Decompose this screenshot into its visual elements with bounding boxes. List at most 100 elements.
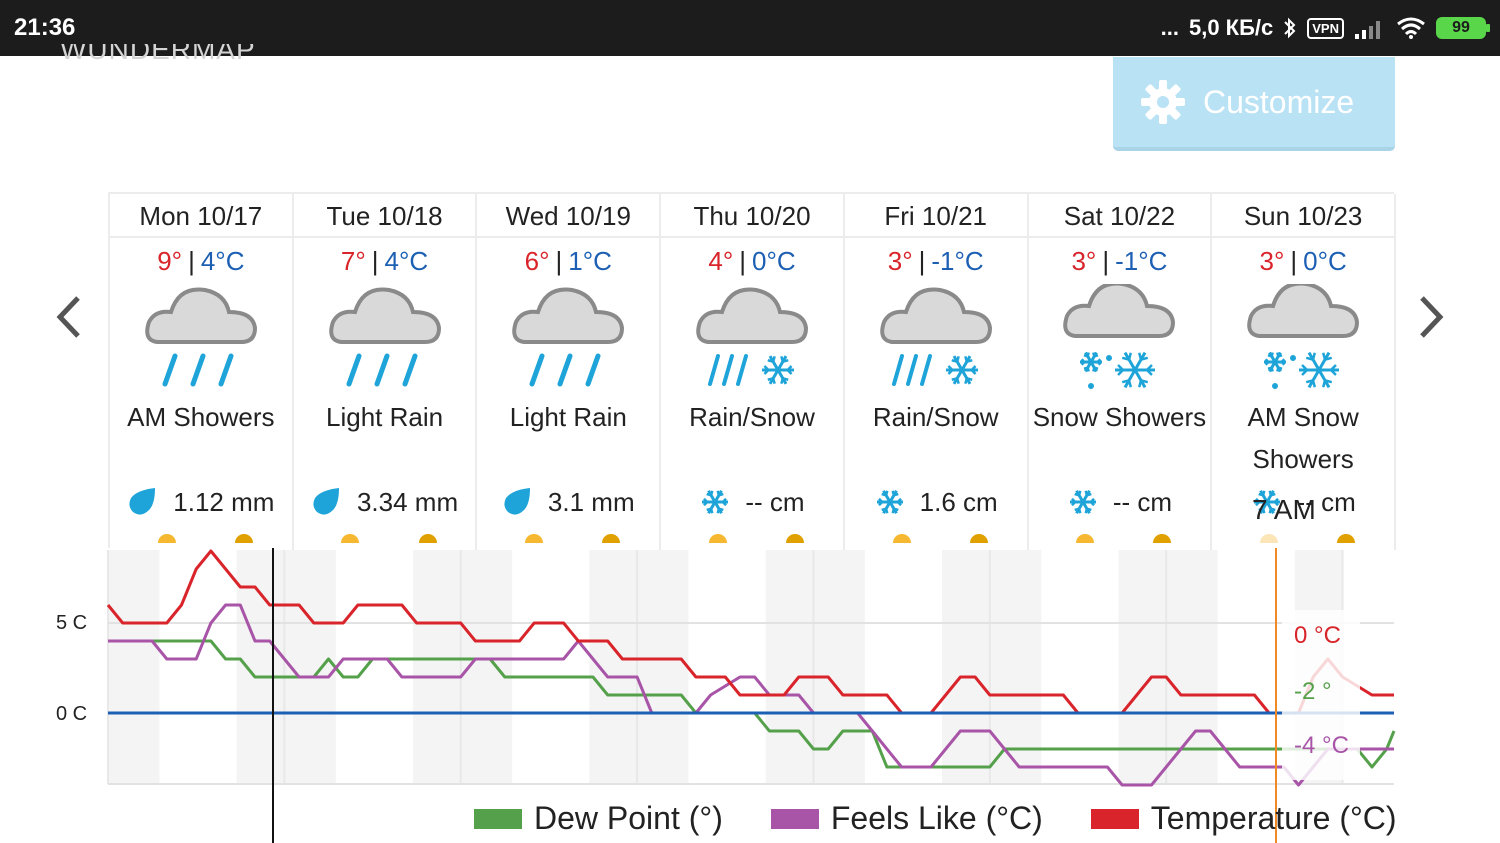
high-temp: 3° [1071, 246, 1097, 276]
rain-snow-icon [879, 287, 992, 386]
snowflake-shape [702, 489, 729, 515]
hi-lo-temps: 7° | 4°C [294, 244, 476, 278]
snowflake-icon [876, 489, 903, 515]
snowflake-shape [1264, 351, 1287, 373]
day-column[interactable]: Sat 10/22 3° | -1°C Snow Showers -- cm [1028, 194, 1213, 550]
night-band [589, 550, 638, 784]
legend-item-temperature[interactable]: Temperature (°C) [1090, 800, 1397, 837]
wifi-icon [1397, 17, 1425, 39]
condition-text: Light Rain [326, 402, 444, 432]
sunset-icon [1337, 534, 1356, 543]
legend-item-dew-point[interactable]: Dew Point (°) [474, 800, 723, 837]
hourly-chart [106, 548, 1396, 843]
sunset-icon [602, 534, 621, 543]
night-band [637, 550, 689, 784]
condition-text: AM Snow Showers [1247, 402, 1359, 474]
forecast-grid: Mon 10/17 9° | 4°C AM Showers 1.12 mm Tue 10/1… [108, 192, 1396, 550]
sunset-icon [969, 534, 988, 543]
snow-showers-icon [1247, 284, 1360, 389]
wundermap-link[interactable]: WUNDERMAP [60, 44, 300, 66]
precip-amount: 1.12 mm [110, 484, 292, 520]
day-column[interactable]: Mon 10/17 9° | 4°C AM Showers 1.12 mm [110, 194, 294, 550]
day-date: Sun 10/23 [1212, 194, 1394, 238]
low-temp: 4°C [200, 246, 245, 276]
temp-separator: | [1102, 246, 1110, 276]
day-date: Wed 10/19 [477, 194, 660, 238]
raindrop-icon [129, 488, 156, 515]
legend-label: Dew Point (°) [534, 800, 723, 836]
condition-text: Rain/Snow [689, 402, 815, 432]
sunrise-icon [708, 534, 727, 543]
cloud-shape [879, 287, 992, 344]
status-time: 21:36 [14, 14, 76, 41]
day-column[interactable]: Fri 10/21 3° | -1°C Rain/Snow 1.6 cm [844, 194, 1029, 550]
day-column[interactable]: Thu 10/20 4° | 0°C Rain/Snow -- cm [661, 194, 845, 550]
high-temp: 7° [340, 246, 366, 276]
snowflake-shape [1080, 351, 1103, 373]
day-date: Mon 10/17 [110, 194, 292, 238]
condition-text: Light Rain [509, 402, 627, 432]
sun-times [294, 534, 476, 546]
day-date: Thu 10/20 [661, 194, 843, 238]
snow-showers-icon [1063, 284, 1176, 389]
cloud-shape [1247, 284, 1360, 338]
precip-amount: -- cm [1029, 484, 1211, 520]
rain-icon [145, 287, 257, 387]
precip-value: 1.12 mm [173, 486, 275, 517]
precip-amount: 1.6 cm [845, 484, 1027, 520]
cloud-shape [1063, 284, 1176, 338]
day-column[interactable]: Tue 10/18 7° | 4°C Light Rain 3.34 mm [293, 194, 478, 550]
condition-text: Rain/Snow [872, 402, 999, 432]
hi-lo-temps: 3° | 0°C [1212, 244, 1394, 278]
precip-value: 1.6 cm [919, 486, 998, 517]
sunset-icon [234, 534, 253, 543]
next-arrow-icon[interactable] [1410, 292, 1450, 342]
precip-amount: -- cm [661, 484, 843, 520]
temp-separator: | [1290, 246, 1298, 276]
rain-icon [328, 287, 441, 387]
sun-times [477, 534, 659, 546]
snowflake-shape [876, 489, 903, 515]
sun-times [1029, 534, 1211, 546]
snowflake-shape [1299, 351, 1340, 389]
legend-label: Temperature (°C) [1150, 800, 1397, 836]
day-date: Tue 10/18 [293, 194, 476, 238]
cloud-shape [328, 287, 441, 344]
previous-arrow-icon[interactable] [50, 292, 90, 342]
night-band [108, 550, 160, 784]
sunrise-icon [1260, 534, 1279, 543]
hi-lo-temps: 6° | 1°C [477, 244, 659, 278]
chart-legend: Dew Point (°) Feels Like (°C) Temperatur… [474, 800, 1397, 837]
legend-item-feels-like[interactable]: Feels Like (°C) [770, 800, 1043, 837]
legend-label: Feels Like (°C) [830, 800, 1043, 836]
cursor-time-label: 7 AM [1252, 494, 1316, 525]
snowflake-icon [702, 489, 729, 515]
sunset-icon [418, 534, 437, 543]
day-date: Fri 10/21 [844, 194, 1027, 238]
condition-text: Snow Showers [1032, 402, 1207, 432]
high-temp: 4° [708, 246, 734, 276]
rain-snow-icon [696, 287, 808, 386]
temp-separator: | [555, 246, 563, 276]
sunset-icon [786, 534, 805, 543]
temp-separator: | [739, 246, 746, 276]
legend-swatch [1090, 808, 1139, 829]
low-temp: -1°C [931, 246, 984, 276]
y-tick-label: 5 C [56, 612, 88, 634]
tooltip-temperature: 0 °C [1294, 622, 1341, 649]
sunrise-icon [341, 534, 360, 543]
night-band [765, 550, 814, 784]
snowflake-icon [1069, 489, 1096, 515]
snowflake-shape [1069, 489, 1096, 515]
low-temp: -1°C [1115, 246, 1168, 276]
condition-text: AM Showers [127, 402, 275, 432]
precip-amount: 3.34 mm [294, 484, 476, 520]
status-icons: ... 5,0 КБ/с VPN 99 [1161, 12, 1490, 44]
cloud-shape [696, 287, 808, 344]
hi-lo-temps: 4° | 0°C [661, 244, 843, 278]
day-column[interactable]: Wed 10/19 6° | 1°C Light Rain 3.1 mm [477, 194, 662, 550]
sun-times [845, 534, 1027, 546]
hi-lo-temps: 3° | -1°C [845, 244, 1027, 278]
customize-button[interactable]: Customize [1113, 57, 1395, 151]
signal-icon [1355, 21, 1380, 39]
